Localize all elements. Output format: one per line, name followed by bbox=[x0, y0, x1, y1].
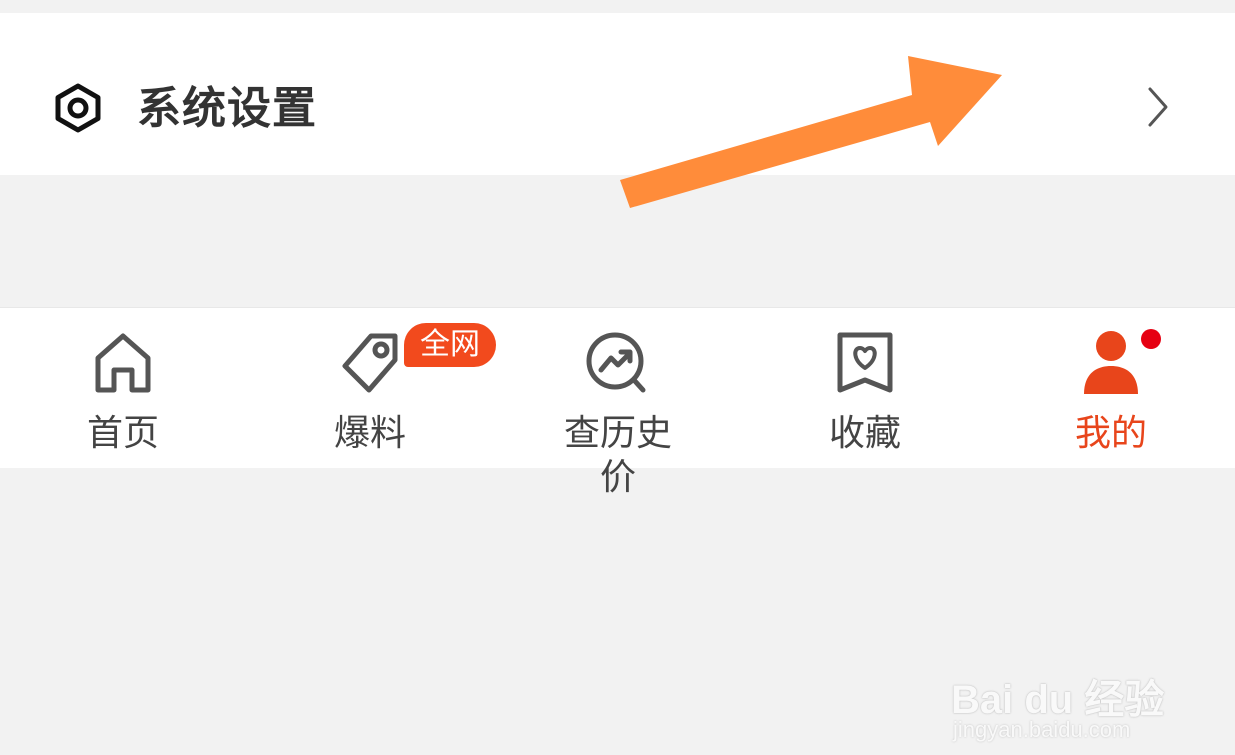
tab-price-history[interactable]: 查历史价 bbox=[547, 308, 689, 498]
tab-home[interactable]: 首页 bbox=[53, 308, 193, 468]
chevron-right-icon bbox=[1148, 87, 1168, 127]
tab-favorites[interactable]: 收藏 bbox=[795, 308, 935, 468]
bottom-tab-bar: 首页 爆料 查历史价 收藏 我的 全网 Bai du 经验 jingyan.ba… bbox=[0, 307, 1235, 742]
watermark-url: jingyan.baidu.com bbox=[953, 717, 1131, 742]
tab-mine-label: 我的 bbox=[1074, 413, 1147, 454]
notification-dot bbox=[1141, 329, 1161, 349]
price-trend-icon bbox=[586, 332, 646, 393]
tab-home-label: 首页 bbox=[86, 413, 159, 454]
tag-icon bbox=[342, 333, 398, 393]
bookmark-heart-icon bbox=[837, 332, 893, 393]
watermark-brand: Bai du 经验 bbox=[951, 678, 1165, 722]
tab-mine[interactable]: 我的 bbox=[1041, 308, 1181, 468]
tab-favorites-label: 收藏 bbox=[828, 413, 901, 454]
baidu-watermark: Bai du 经验 jingyan.baidu.com bbox=[945, 645, 1175, 755]
all-network-badge: 全网 bbox=[404, 323, 496, 367]
home-icon bbox=[95, 333, 151, 393]
settings-label: 系统设置 bbox=[137, 83, 317, 134]
annotation-arrow-icon bbox=[620, 56, 1002, 208]
settings-icon bbox=[55, 83, 101, 133]
tab-price-history-label: 查历史价 bbox=[563, 413, 672, 498]
tab-deals-label: 爆料 bbox=[333, 413, 406, 454]
user-icon bbox=[1084, 331, 1138, 394]
